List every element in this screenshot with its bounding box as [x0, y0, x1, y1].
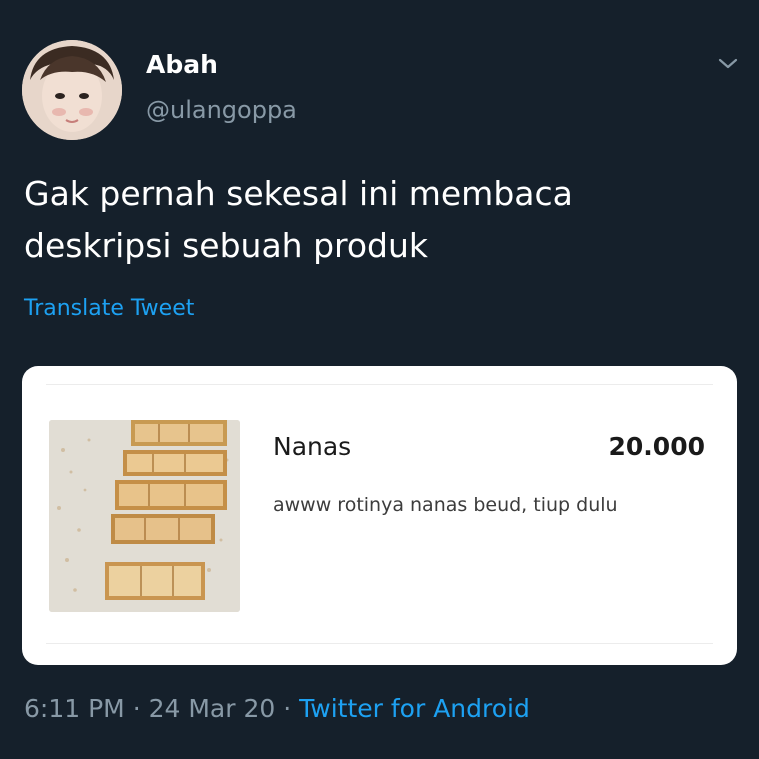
pineapple-pastry-photo-icon [49, 420, 240, 612]
chevron-down-icon[interactable] [716, 56, 740, 72]
product-name: Nanas [273, 432, 352, 461]
tweet-metadata: 6:11 PM · 24 Mar 20 · Twitter for Androi… [24, 694, 530, 723]
separator-dot: · [132, 694, 141, 723]
tweet-date[interactable]: 24 Mar 20 [149, 694, 276, 723]
separator-dot: · [283, 694, 292, 723]
product-image [49, 420, 240, 612]
author-name[interactable]: Abah [146, 50, 218, 79]
tweet-text: Gak pernah sekesal ini membaca deskripsi… [24, 168, 724, 272]
tweet-text-line: deskripsi sebuah produk [24, 226, 429, 265]
tweet-time[interactable]: 6:11 PM [24, 694, 125, 723]
avatar[interactable] [22, 40, 122, 140]
divider [46, 643, 713, 644]
author-handle[interactable]: @ulangoppa [146, 96, 297, 124]
product-price: 20.000 [608, 432, 705, 461]
product-description: awww rotinya nanas beud, tiup dulu [273, 494, 618, 516]
tweet-source-link[interactable]: Twitter for Android [299, 694, 530, 723]
divider [46, 384, 713, 385]
tweet-text-line: Gak pernah sekesal ini membaca [24, 174, 573, 213]
profile-photo-icon [22, 40, 122, 140]
product-card[interactable]: Nanas 20.000 awww rotinya nanas beud, ti… [22, 366, 737, 665]
translate-tweet-link[interactable]: Translate Tweet [24, 296, 194, 321]
